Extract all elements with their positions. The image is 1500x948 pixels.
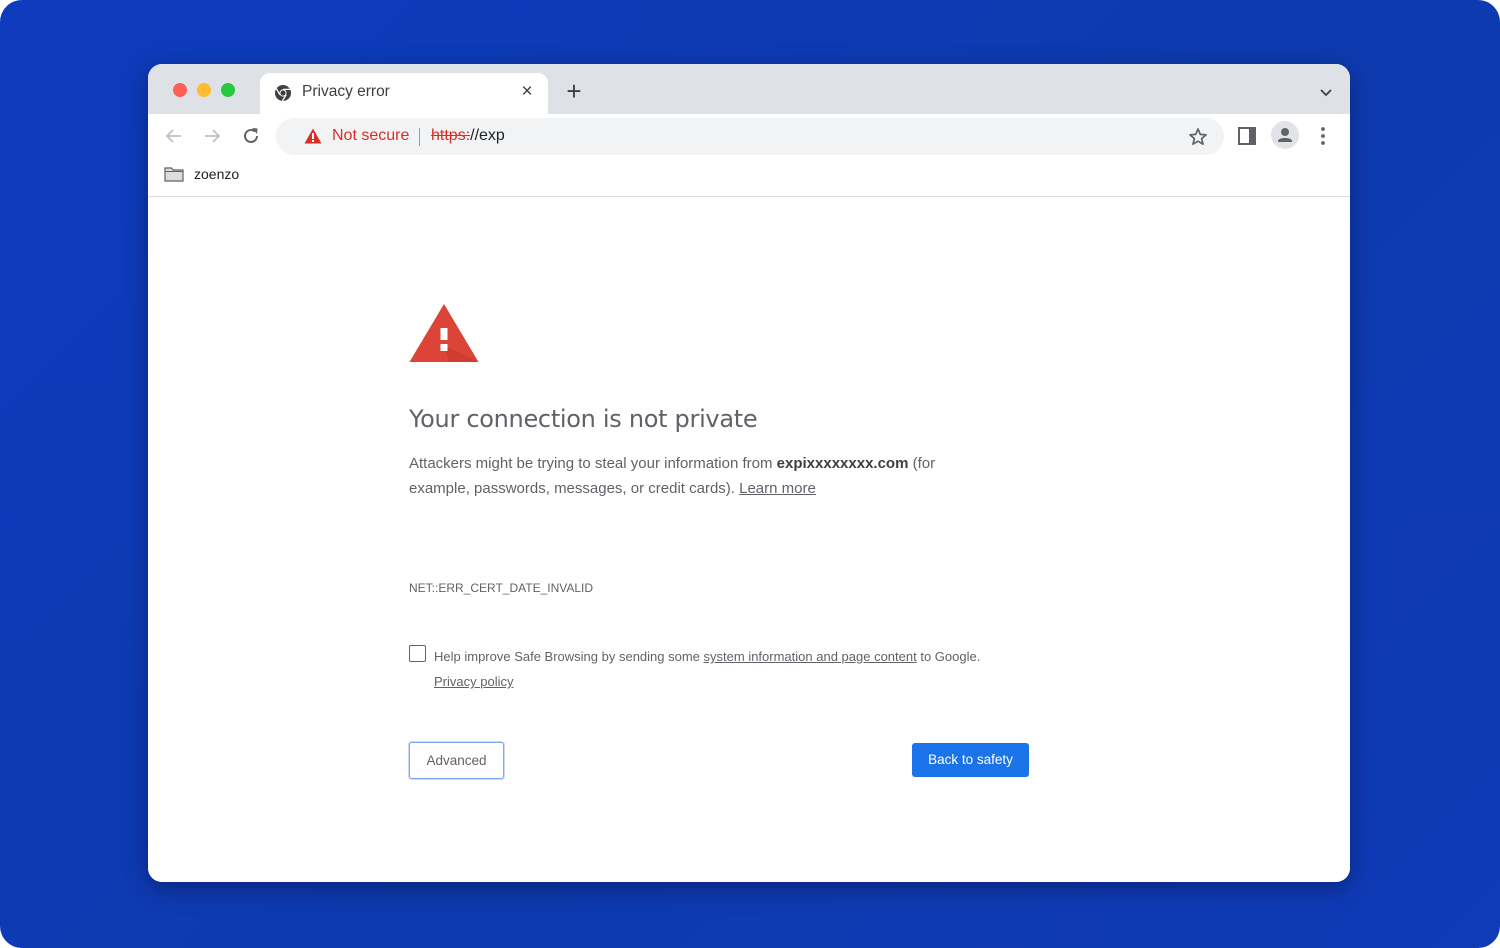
interstitial-page: Your connection is not private Attackers…	[148, 197, 1350, 882]
person-icon	[1278, 128, 1292, 142]
main-message: Attackers might be trying to steal your …	[409, 451, 999, 501]
chrome-icon	[275, 85, 291, 102]
learn-more-link[interactable]: Learn more	[739, 480, 816, 497]
url-scheme: https:	[431, 127, 471, 144]
error-code: NET::ERR_CERT_DATE_INVALID	[409, 581, 594, 595]
advanced-button[interactable]: Advanced	[409, 742, 504, 779]
site-domain: expixxxxxxxx.com	[776, 455, 909, 472]
warning-icon[interactable]	[304, 128, 322, 144]
tab-title: Privacy error	[302, 83, 390, 100]
reload-icon[interactable]	[239, 124, 263, 148]
optin-text-cont: to Google.	[916, 649, 981, 664]
kebab-menu-icon[interactable]	[1314, 124, 1332, 148]
zoom-window-button[interactable]	[221, 83, 235, 97]
url-host: //exp	[470, 127, 505, 144]
system-info-link[interactable]: system information and page content	[704, 649, 917, 664]
message-text: Attackers might be trying to steal your …	[409, 455, 777, 472]
security-status[interactable]: Not secure	[332, 127, 409, 145]
divider	[419, 128, 420, 146]
minimize-window-button[interactable]	[197, 83, 211, 97]
close-window-button[interactable]	[173, 83, 187, 97]
optin-text: Help improve Safe Browsing by sending so…	[434, 649, 704, 664]
folder-icon	[164, 167, 184, 182]
browser-window: Privacy error × + Not secure https://exp…	[148, 64, 1350, 882]
privacy-policy-link[interactable]: Privacy policy	[434, 674, 513, 689]
side-panel-icon[interactable]	[1237, 126, 1257, 146]
arrow-left-icon[interactable]	[162, 124, 186, 148]
arrow-right-icon[interactable]	[200, 124, 224, 148]
chevron-down-icon[interactable]	[1318, 84, 1334, 100]
browser-toolbar: Not secure https://exp	[148, 114, 1350, 158]
back-to-safety-button[interactable]: Back to safety	[912, 743, 1029, 777]
page-heading: Your connection is not private	[409, 405, 758, 433]
url-text[interactable]: https://exp	[431, 127, 505, 145]
optin-label: Help improve Safe Browsing by sending so…	[434, 644, 1054, 694]
tab-privacy-error[interactable]: Privacy error ×	[260, 73, 548, 114]
profile-button[interactable]	[1271, 121, 1299, 149]
new-tab-button[interactable]: +	[562, 78, 586, 104]
address-bar[interactable]: Not secure https://exp	[276, 118, 1224, 155]
tab-close-icon[interactable]: ×	[516, 81, 538, 103]
bookmarks-bar: zoenzo	[148, 158, 1350, 197]
star-icon[interactable]	[1188, 127, 1208, 147]
warning-triangle-icon	[409, 304, 479, 362]
tab-strip: Privacy error × +	[148, 64, 1350, 114]
bookmark-folder-zoenzo[interactable]: zoenzo	[194, 166, 239, 182]
safe-browsing-checkbox[interactable]	[409, 645, 426, 662]
